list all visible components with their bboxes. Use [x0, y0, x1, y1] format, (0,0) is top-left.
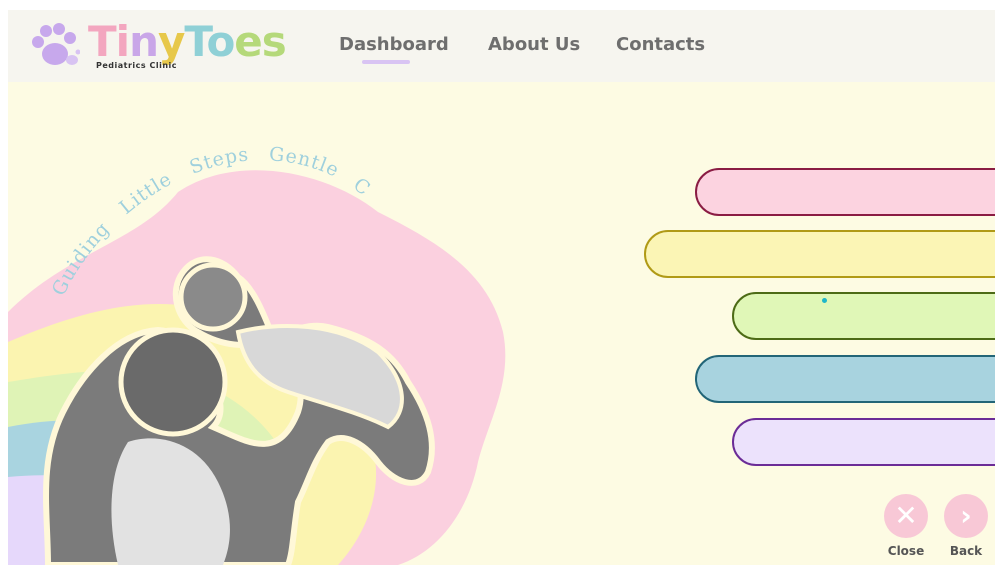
back-label: Back: [949, 544, 983, 558]
logo-letter: s: [261, 17, 287, 66]
menu-pill-lavender[interactable]: [732, 418, 995, 466]
logo-subtitle: Pediatrics Clinic: [96, 61, 177, 70]
nav-contacts[interactable]: Contacts: [616, 34, 705, 55]
back-icon: ›: [960, 499, 972, 532]
logo[interactable]: TinyToes Pediatrics Clinic: [22, 16, 287, 76]
logo-letter: T: [88, 17, 117, 66]
menu-pill-pink[interactable]: [695, 168, 995, 216]
nav-about-us[interactable]: About Us: [488, 34, 580, 55]
menu-pill-blue[interactable]: [695, 355, 995, 403]
logo-letter: i: [115, 17, 130, 66]
nav-dashboard[interactable]: Dashboard: [339, 34, 449, 55]
paw-icon: [32, 23, 80, 65]
close-button[interactable]: ✕: [884, 494, 928, 538]
logo-letter: o: [206, 17, 235, 66]
menu-pill-yellow[interactable]: [644, 230, 995, 278]
cursor-dot: [822, 298, 827, 303]
menu-pill-green[interactable]: [732, 292, 995, 340]
header: TinyToes Pediatrics Clinic Dashboard Abo…: [8, 10, 995, 82]
nav-active-indicator: [362, 60, 410, 64]
close-icon: ✕: [894, 499, 918, 532]
hero-section: Guiding Little Steps Gentle Care ✕ Close…: [8, 82, 995, 565]
app-frame: TinyToes Pediatrics Clinic Dashboard Abo…: [8, 10, 995, 565]
back-button[interactable]: ›: [944, 494, 988, 538]
logo-letter: e: [234, 17, 262, 66]
logo-letter: y: [157, 17, 185, 66]
logo-letter: n: [129, 17, 159, 66]
close-label: Close: [887, 544, 925, 558]
hero-illustration: Guiding Little Steps Gentle Care: [8, 82, 506, 565]
logo-letter: T: [184, 17, 207, 66]
